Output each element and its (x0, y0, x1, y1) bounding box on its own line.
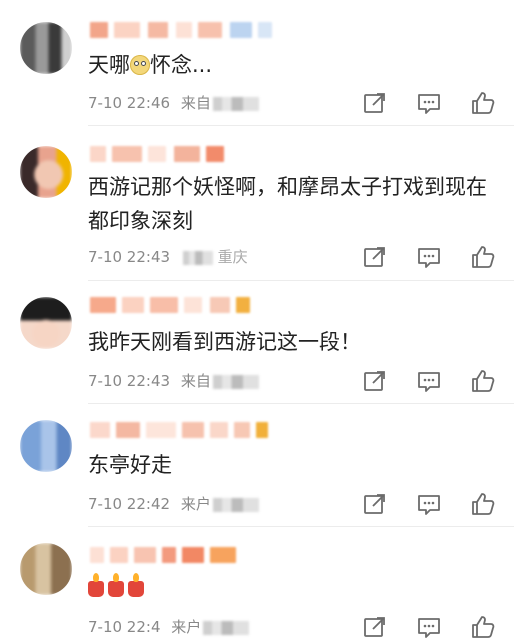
share-icon[interactable] (362, 614, 388, 640)
comment-item: 西游记那个妖怪啊，和摩昂太子打戏到现在都印象深刻 7-10 22:43 重庆 (0, 126, 514, 281)
source-label: 来自 (180, 94, 211, 112)
comment-text: 天哪 怀念... (88, 53, 213, 77)
thumbs-up-icon[interactable] (470, 491, 496, 517)
timestamp: 7-10 22:42 (88, 495, 171, 513)
share-icon[interactable] (362, 368, 388, 394)
timestamp: 7-10 22:43 (88, 372, 171, 390)
comment-text (88, 571, 498, 605)
thumbs-up-icon[interactable] (470, 90, 496, 116)
candle-emoji-icon (88, 573, 104, 597)
timestamp: 7-10 22:43 (88, 248, 171, 266)
share-icon[interactable] (362, 491, 388, 517)
source-label: 来户 (180, 495, 211, 513)
timestamp: 7-10 22:4 (88, 618, 161, 636)
source-label: 来户 (171, 618, 202, 636)
comment-item: 我昨天刚看到西游记这一段！ 7-10 22:43 来自 (0, 281, 514, 404)
comment-meta: 7-10 22:46 来自 (88, 92, 259, 114)
comment-text: 我昨天刚看到西游记这一段！ (88, 330, 361, 354)
comment-text: 西游记那个妖怪啊，和摩昂太子打戏到现在都印象深刻 (88, 175, 487, 233)
dizzy-face-emoji-icon (130, 55, 150, 75)
comment-actions (360, 90, 500, 116)
comment-meta: 7-10 22:43 来自 (88, 370, 259, 392)
thumbs-up-icon[interactable] (470, 614, 496, 640)
comment-icon[interactable] (416, 614, 442, 640)
comment-item: 7-10 22:4 来户 (0, 527, 514, 640)
candle-emoji-icon (128, 573, 144, 597)
thumbs-up-icon[interactable] (470, 368, 496, 394)
comment-text: 东亭好走 (88, 453, 172, 477)
share-icon[interactable] (362, 244, 388, 270)
avatar[interactable] (20, 22, 72, 74)
comment-item: 天哪 怀念... 7-10 22:46 来自 (0, 0, 514, 126)
comment-meta: 7-10 22:42 来户 (88, 493, 259, 515)
comment-actions (360, 614, 500, 640)
username[interactable] (90, 146, 290, 164)
timestamp: 7-10 22:46 (88, 94, 171, 112)
comment-icon[interactable] (416, 90, 442, 116)
comment-icon[interactable] (416, 368, 442, 394)
username[interactable] (90, 422, 290, 440)
source-label: 来自 (180, 372, 211, 390)
comment-icon[interactable] (416, 244, 442, 270)
thumbs-up-icon[interactable] (470, 244, 496, 270)
comment-meta: 7-10 22:4 来户 (88, 616, 250, 638)
avatar[interactable] (20, 146, 72, 198)
comment-meta: 7-10 22:43 重庆 (88, 246, 248, 268)
source-label: 重庆 (217, 248, 248, 266)
comment-item: 东亭好走 7-10 22:42 来户 (0, 404, 514, 527)
comment-actions (360, 368, 500, 394)
comment-actions (360, 491, 500, 517)
comment-actions (360, 244, 500, 270)
candle-emoji-icon (108, 573, 124, 597)
comment-icon[interactable] (416, 491, 442, 517)
share-icon[interactable] (362, 90, 388, 116)
avatar[interactable] (20, 543, 72, 595)
username[interactable] (90, 22, 290, 40)
avatar[interactable] (20, 297, 72, 349)
username[interactable] (90, 297, 290, 315)
avatar[interactable] (20, 420, 72, 472)
username[interactable] (90, 547, 290, 565)
